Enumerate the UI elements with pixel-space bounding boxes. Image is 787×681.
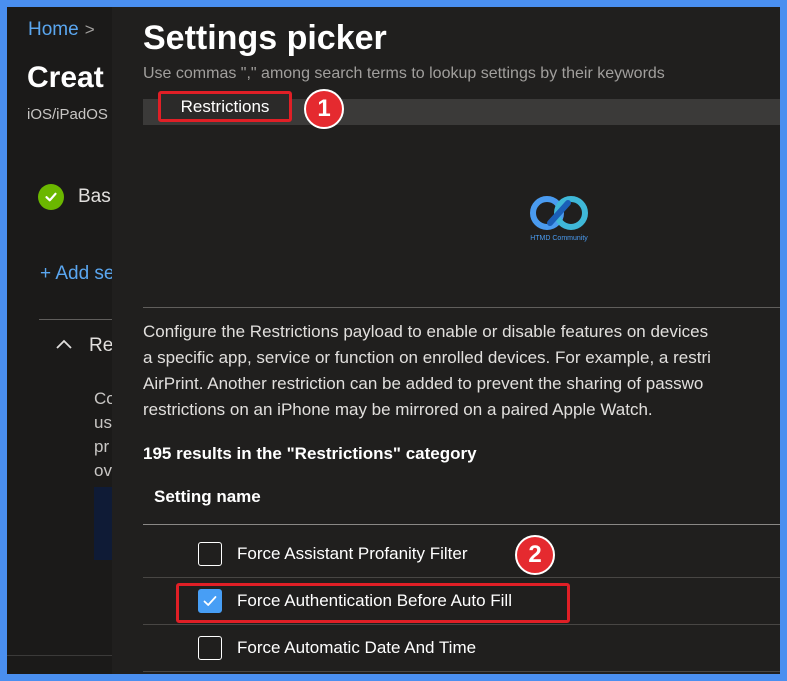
category-description: Configure the Restrictions payload to en… <box>143 319 711 423</box>
check-circle-icon <box>38 184 64 210</box>
description-line: restrictions on an iPhone may be mirrore… <box>143 400 653 419</box>
callout-badge: 1 <box>304 89 344 129</box>
setting-checkbox[interactable] <box>198 636 222 660</box>
page-subtitle: iOS/iPadOS <box>27 106 108 123</box>
setting-row[interactable]: Force Assistant Profanity Filter <box>143 531 780 578</box>
settings-picker-panel: Settings picker Use commas "," among sea… <box>112 7 780 674</box>
logo-caption: HTMD Community <box>530 235 588 242</box>
divider <box>7 655 117 656</box>
divider <box>143 524 780 525</box>
description-line: AirPrint. Another restriction can be add… <box>143 374 704 393</box>
results-count: 195 results in the "Restrictions" catego… <box>143 444 477 463</box>
callout-badge: 2 <box>515 535 555 575</box>
search-term-chip[interactable]: Restrictions <box>158 91 292 122</box>
breadcrumb-home-link[interactable]: Home <box>28 19 79 40</box>
setting-label: Force Automatic Date And Time <box>237 638 477 657</box>
restrictions-section-toggle[interactable]: Re <box>55 335 113 357</box>
setting-row[interactable]: Force Automatic Date And Time <box>143 625 780 672</box>
description-line: Configure the Restrictions payload to en… <box>143 322 709 341</box>
chevron-up-icon <box>55 337 73 355</box>
setting-label: Force Assistant Profanity Filter <box>237 544 468 563</box>
setting-checkbox[interactable] <box>198 542 222 566</box>
section-label: Re <box>89 335 114 356</box>
screenshot-frame: Home > Creat iOS/iPadOS Bas + Add se Re C… <box>7 7 780 674</box>
divider <box>143 307 780 308</box>
highlight-box <box>176 583 570 623</box>
step-basics[interactable]: Bas <box>38 184 111 210</box>
page-title: Creat <box>27 61 104 94</box>
panel-title: Settings picker <box>143 19 387 57</box>
step-label: Bas <box>78 186 111 207</box>
background-page: Home > Creat iOS/iPadOS Bas + Add se Re C… <box>7 7 117 674</box>
search-hint: Use commas "," among search terms to loo… <box>143 65 665 82</box>
column-header-setting-name[interactable]: Setting name <box>154 487 261 507</box>
description-line: a specific app, service or function on e… <box>143 348 711 367</box>
breadcrumb: Home > <box>28 19 95 41</box>
add-settings-link[interactable]: + Add se <box>40 263 114 285</box>
chevron-right-icon: > <box>84 20 95 39</box>
htmd-logo-icon: HTMD Community <box>524 193 594 245</box>
divider <box>39 319 117 320</box>
